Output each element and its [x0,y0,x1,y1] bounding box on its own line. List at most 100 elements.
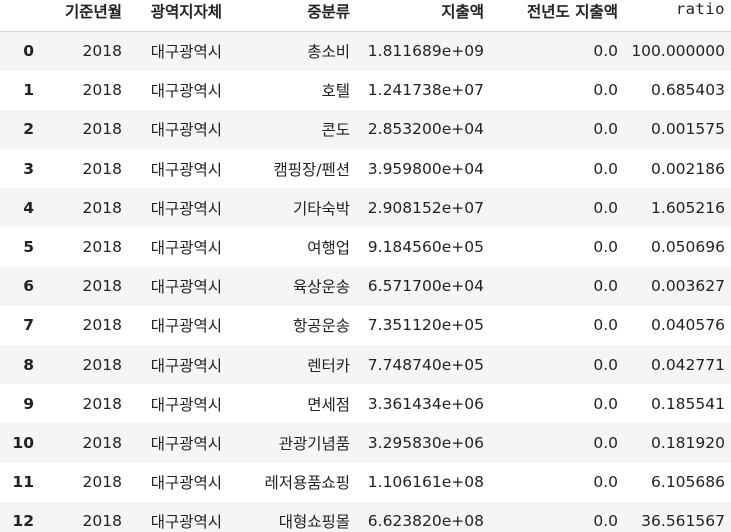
cell-region: 대구광역시 [150,317,222,336]
row-index: 12 [12,512,34,531]
cell-prev-amount: 0.0 [593,512,618,531]
cell-prev-amount: 0.0 [593,473,618,492]
row-index: 3 [23,159,34,178]
cell-category: 육상운송 [292,278,350,297]
cell-category: 여행업 [307,239,350,258]
table-row: 4 2018 대구광역시 기타숙박 2.908152e+07 0.0 1.605216 [0,188,731,228]
cell-year-month: 2018 [82,355,122,374]
row-index: 0 [23,42,34,61]
cell-category: 면세점 [307,395,350,414]
table-row: 0 2018 대구광역시 총소비 1.811689e+09 0.0 100.000000 [0,31,731,71]
header-row: 기준년월 광역지자체 중분류 지출액 전년도 지출액 ratio [0,0,731,32]
dataframe-table: 기준년월 광역지자체 중분류 지출액 전년도 지출액 ratio 0 2018 대구… [0,0,731,532]
cell-prev-amount: 0.0 [593,81,618,100]
cell-category: 기타숙박 [292,199,350,218]
cell-year-month: 2018 [82,512,122,531]
cell-ratio: 0.685403 [651,81,725,100]
row-index: 11 [12,473,34,492]
cell-prev-amount: 0.0 [593,198,618,217]
cell-region: 대구광역시 [150,278,222,297]
cell-amount: 2.908152e+07 [367,198,484,217]
row-index: 2 [23,120,34,139]
table-row: 2 2018 대구광역시 콘도 2.853200e+04 0.0 0.001575 [0,109,731,150]
cell-ratio: 100.000000 [631,42,725,61]
cell-region: 대구광역시 [150,82,222,101]
cell-amount: 1.106161e+08 [367,473,484,492]
cell-prev-amount: 0.0 [593,238,618,257]
cell-category: 대형쇼핑몰 [278,513,350,532]
cell-region: 대구광역시 [150,474,222,493]
cell-prev-amount: 0.0 [593,394,618,413]
table-row: 3 2018 대구광역시 캠핑장/펜션 3.959800e+04 0.0 0.002186 [0,149,731,189]
table-row: 6 2018 대구광역시 육상운송 6.571700e+04 0.0 0.003627 [0,266,731,306]
table-header: 기준년월 광역지자체 중분류 지출액 전년도 지출액 ratio [0,0,731,32]
table-row: 5 2018 대구광역시 여행업 9.184560e+05 0.0 0.050696 [0,227,731,267]
cell-ratio: 0.185541 [651,394,725,413]
header-amount: 지출액 [356,0,490,32]
cell-amount: 3.361434e+06 [367,394,484,413]
cell-category: 관광기념품 [278,434,350,453]
cell-region: 대구광역시 [150,121,222,140]
cell-amount: 1.811689e+09 [367,42,484,61]
cell-year-month: 2018 [82,433,122,452]
table-row: 9 2018 대구광역시 면세점 3.361434e+06 0.0 0.185541 [0,384,731,424]
cell-prev-amount: 0.0 [593,355,618,374]
cell-ratio: 6.105686 [651,473,725,492]
header-prev-amount: 전년도 지출액 [490,0,624,32]
cell-amount: 7.351120e+05 [367,316,484,335]
cell-prev-amount: 0.0 [593,159,618,178]
cell-year-month: 2018 [82,159,122,178]
cell-category: 호텔 [321,82,350,101]
cell-category: 항공운송 [292,317,350,336]
cell-region: 대구광역시 [150,160,222,179]
table-row: 10 2018 대구광역시 관광기념품 3.295830e+06 0.0 0.181920 [0,423,731,463]
table-body: 0 2018 대구광역시 총소비 1.811689e+09 0.0 100.000000 1 2… [0,31,731,532]
cell-year-month: 2018 [82,238,122,257]
cell-ratio: 0.003627 [651,277,725,296]
header-ratio: ratio [624,0,731,32]
cell-region: 대구광역시 [150,513,222,532]
cell-region: 대구광역시 [150,356,222,375]
table-row: 12 2018 대구광역시 대형쇼핑몰 6.623820e+08 0.0 36.561567 [0,501,731,532]
header-index [0,0,40,32]
header-region: 광역지자체 [128,0,228,32]
row-index: 5 [23,238,34,257]
row-index: 8 [23,355,34,374]
row-index: 7 [23,316,34,335]
cell-region: 대구광역시 [150,434,222,453]
cell-amount: 2.853200e+04 [367,120,484,139]
cell-category: 렌터카 [307,356,350,375]
cell-category: 레저용품쇼핑 [264,474,350,493]
cell-prev-amount: 0.0 [593,433,618,452]
cell-ratio: 0.181920 [651,433,725,452]
cell-year-month: 2018 [82,473,122,492]
cell-category: 콘도 [321,121,350,140]
table-row: 1 2018 대구광역시 호텔 1.241738e+07 0.0 0.685403 [0,70,731,110]
table-row: 7 2018 대구광역시 항공운송 7.351120e+05 0.0 0.040576 [0,305,731,345]
row-index: 1 [23,81,34,100]
cell-ratio: 1.605216 [651,198,725,217]
cell-year-month: 2018 [82,42,122,61]
cell-amount: 6.571700e+04 [367,277,484,296]
cell-ratio: 36.561567 [641,512,725,531]
table-row: 11 2018 대구광역시 레저용품쇼핑 1.106161e+08 0.0 6.105686 [0,462,731,502]
header-category: 중분류 [228,0,356,32]
header-year-month: 기준년월 [40,0,128,32]
cell-category: 캠핑장/펜션 [273,160,350,179]
cell-year-month: 2018 [82,81,122,100]
cell-amount: 7.748740e+05 [367,355,484,374]
cell-ratio: 0.040576 [651,316,725,335]
cell-ratio: 0.050696 [651,238,725,257]
cell-amount: 3.959800e+04 [367,159,484,178]
cell-amount: 1.241738e+07 [367,81,484,100]
cell-year-month: 2018 [82,277,122,296]
cell-region: 대구광역시 [150,43,222,62]
cell-region: 대구광역시 [150,395,222,414]
cell-amount: 9.184560e+05 [367,238,484,257]
cell-prev-amount: 0.0 [593,42,618,61]
cell-amount: 6.623820e+08 [367,512,484,531]
cell-region: 대구광역시 [150,239,222,258]
cell-amount: 3.295830e+06 [367,433,484,452]
row-index: 6 [23,277,34,296]
cell-ratio: 0.042771 [651,355,725,374]
